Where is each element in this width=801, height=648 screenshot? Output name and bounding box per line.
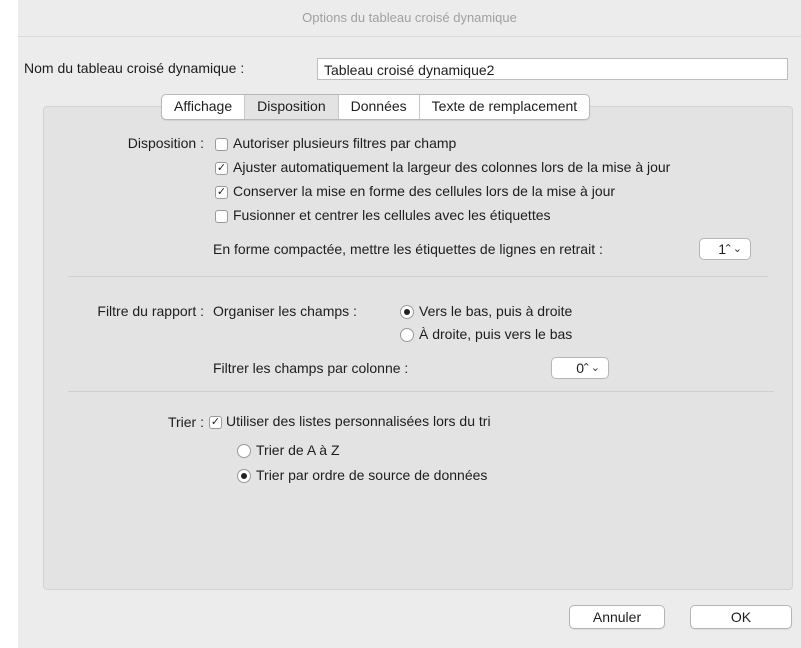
tab-donnees[interactable]: Données: [339, 95, 420, 119]
section-divider: [68, 391, 774, 392]
compact-indent-stepper[interactable]: 1 ⌃⌄: [699, 238, 751, 260]
cancel-button[interactable]: Annuler: [569, 605, 665, 629]
section-divider: [68, 276, 768, 277]
radio-selected-dot-icon: [241, 473, 247, 479]
preserve-formatting-checkbox[interactable]: ✓: [215, 186, 228, 199]
report-filter-label: Filtre du rapport :: [97, 303, 204, 319]
window-title: Options du tableau croisé dynamique: [18, 0, 801, 37]
tab-texte-remplacement[interactable]: Texte de remplacement: [420, 95, 590, 119]
sort-a-to-z-label: Trier de A à Z: [256, 442, 340, 458]
pivot-name-input[interactable]: Tableau croisé dynamique2: [317, 58, 788, 80]
ok-button[interactable]: OK: [690, 605, 792, 629]
stepper-arrows-icon: ⌃⌄: [723, 243, 742, 255]
merge-center-label: Fusionner et centrer les cellules avec l…: [233, 207, 551, 223]
custom-lists-label: Utiliser des listes personnalisées lors …: [226, 413, 491, 429]
custom-lists-checkbox[interactable]: ✓: [209, 416, 222, 429]
fields-per-column-label: Filtrer les champs par colonne :: [213, 360, 409, 376]
sort-a-to-z-radio[interactable]: [237, 444, 251, 458]
preserve-formatting-label: Conserver la mise en forme des cellules …: [233, 183, 616, 199]
compact-indent-label: En forme compactée, mettre les étiquette…: [213, 241, 603, 257]
sort-data-source-radio[interactable]: [237, 469, 251, 483]
tab-disposition[interactable]: Disposition: [245, 95, 339, 119]
sort-data-source-label: Trier par ordre de source de données: [256, 467, 488, 483]
pivot-options-dialog: Options du tableau croisé dynamique Nom …: [18, 0, 801, 648]
checkmark-icon: ✓: [216, 162, 227, 174]
autofit-columns-checkbox[interactable]: ✓: [215, 162, 228, 175]
fields-per-column-stepper[interactable]: 0 ⌃⌄: [551, 357, 609, 379]
checkmark-icon: ✓: [216, 186, 227, 198]
over-then-down-radio[interactable]: [400, 328, 414, 342]
checkmark-icon: ✓: [210, 416, 221, 428]
sort-label: Trier :: [167, 414, 204, 430]
autofit-columns-label: Ajuster automatiquement la largeur des c…: [233, 159, 671, 175]
down-then-over-radio[interactable]: [400, 305, 414, 319]
tab-panel: [43, 106, 793, 590]
disposition-label: Disposition :: [127, 135, 204, 151]
allow-multiple-filters-checkbox[interactable]: [215, 138, 228, 151]
merge-center-checkbox[interactable]: [215, 210, 228, 223]
arrange-fields-label: Organiser les champs :: [213, 303, 357, 319]
down-then-over-label: Vers le bas, puis à droite: [419, 303, 573, 319]
radio-selected-dot-icon: [404, 309, 410, 315]
allow-multiple-filters-label: Autoriser plusieurs filtres par champ: [233, 135, 457, 151]
tab-bar: Affichage Disposition Données Texte de r…: [161, 94, 591, 120]
stepper-arrows-icon: ⌃⌄: [581, 362, 600, 374]
pivot-name-label: Nom du tableau croisé dynamique :: [24, 60, 245, 76]
over-then-down-label: À droite, puis vers le bas: [419, 326, 573, 342]
tab-affichage[interactable]: Affichage: [162, 95, 246, 119]
